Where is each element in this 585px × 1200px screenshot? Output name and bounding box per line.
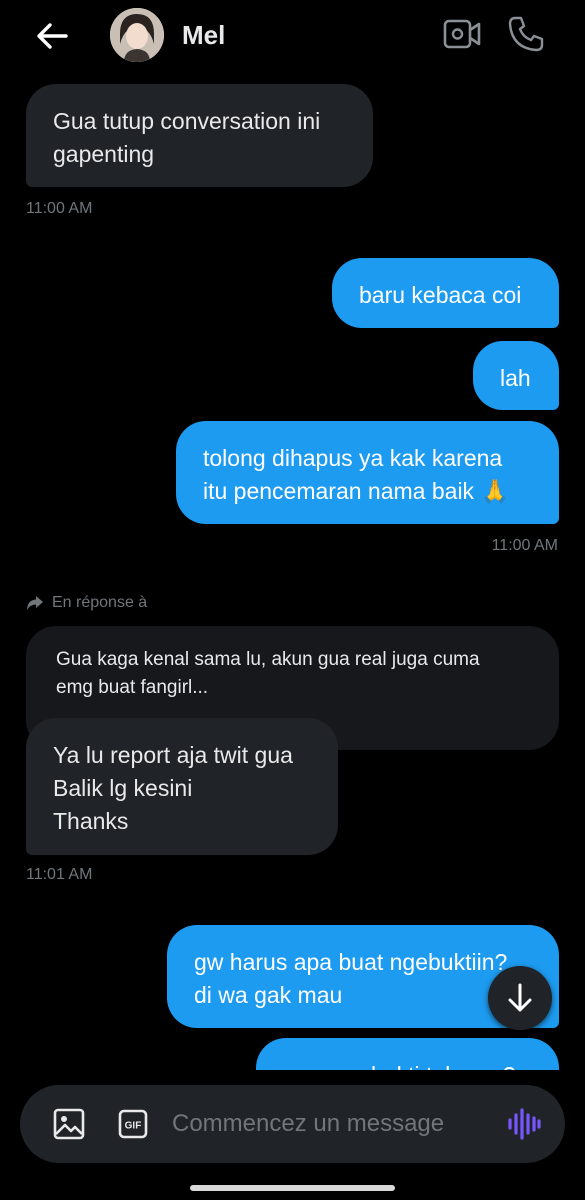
message-bubble-outgoing[interactable]: baru kebaca coi (332, 258, 559, 328)
voice-message-button[interactable] (506, 1107, 542, 1141)
avatar[interactable] (110, 8, 164, 62)
voice-waveform-icon (508, 1108, 541, 1140)
message-bubble-outgoing[interactable]: tolong dihapus ya kak karena itu pencema… (176, 421, 559, 524)
gif-label: GIF (125, 1121, 142, 1132)
image-icon (53, 1108, 85, 1140)
conversation-header: Mel (0, 0, 585, 72)
reply-context-label: En réponse à (26, 594, 147, 612)
message-text: lah (500, 365, 531, 391)
message-text: gw harus apa buat ngebuktiin? di wa gak … (194, 949, 508, 1008)
message-input[interactable] (172, 1103, 492, 1145)
reply-arrow-icon (27, 596, 43, 610)
message-timestamp: 11:01 AM (26, 866, 93, 883)
video-call-button[interactable] (442, 16, 482, 52)
quoted-text: Gua kaga kenal sama lu, akun gua real ju… (56, 649, 480, 698)
video-call-icon (443, 19, 481, 49)
message-text: Gua tutup conversation ini gapenting (53, 108, 321, 167)
back-button[interactable] (34, 18, 70, 54)
arrow-down-icon (508, 983, 532, 1012)
message-timestamp: 11:00 AM (26, 200, 93, 217)
message-bubble-incoming[interactable]: Ya lu report aja twit gua Balik lg kesin… (26, 718, 338, 855)
message-text: tolong dihapus ya kak karena itu pencema… (203, 445, 510, 504)
call-button[interactable] (506, 14, 546, 54)
message-text: baru kebaca coi (359, 282, 522, 308)
phone-icon (508, 16, 544, 52)
add-image-button[interactable] (52, 1107, 86, 1141)
message-bubble-outgoing[interactable]: lah (473, 341, 559, 410)
contact-name[interactable]: Mel (182, 20, 225, 51)
scroll-to-bottom-button[interactable] (488, 966, 552, 1030)
gif-icon: GIF (118, 1109, 148, 1139)
message-composer: GIF (20, 1085, 565, 1163)
message-timestamp: 11:00 AM (491, 537, 558, 554)
message-bubble-incoming[interactable]: Gua tutup conversation ini gapenting (26, 84, 373, 187)
arrow-left-icon (37, 23, 68, 49)
add-gif-button[interactable]: GIF (118, 1109, 148, 1139)
home-indicator[interactable] (190, 1185, 395, 1191)
message-text: Ya lu report aja twit gua Balik lg kesin… (53, 742, 293, 834)
avatar-photo (110, 8, 164, 62)
reply-label-text: En réponse à (52, 594, 148, 611)
